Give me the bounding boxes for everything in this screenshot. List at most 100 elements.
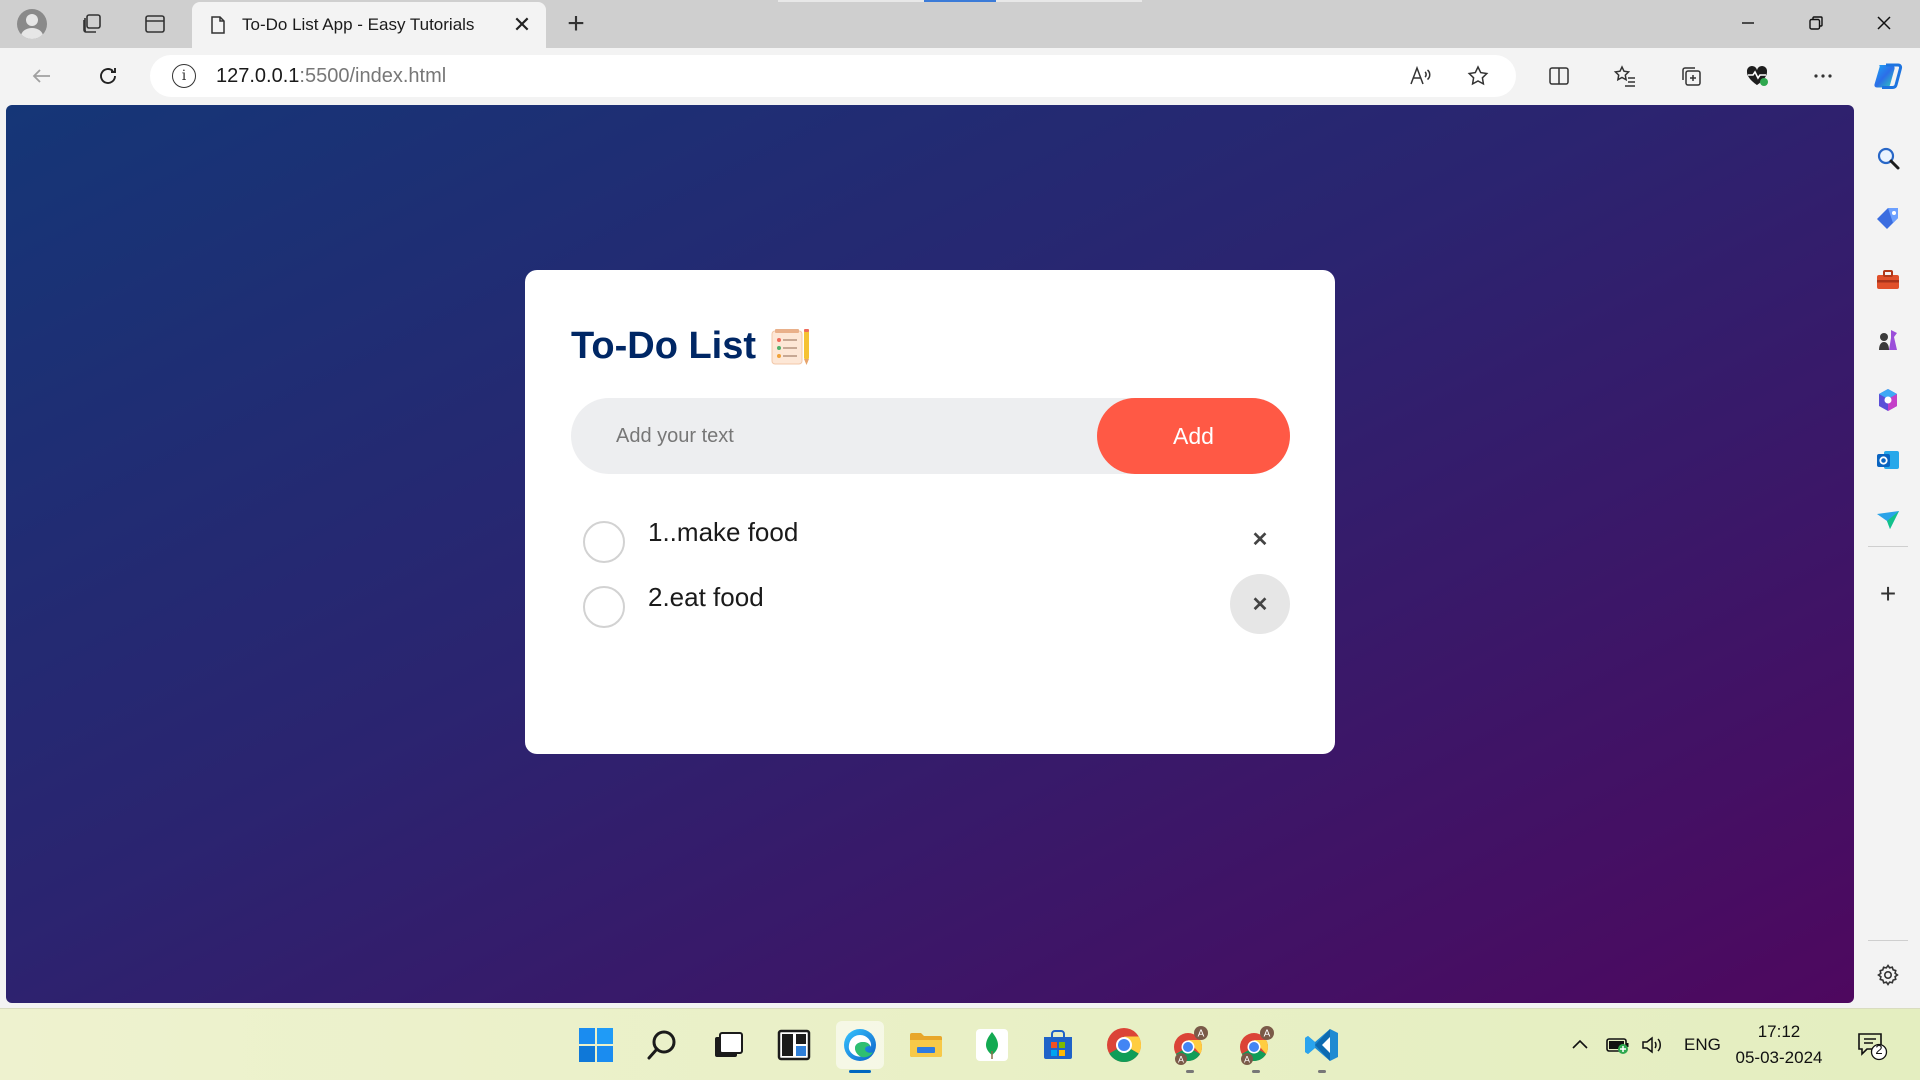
vertical-tabs-button[interactable]	[133, 6, 177, 42]
microsoft365-icon	[1879, 389, 1897, 411]
browser-toolbar: i 127.0.0.1:5500/index.html	[0, 48, 1920, 105]
settings-more-button[interactable]	[1801, 56, 1845, 96]
url-host: 127.0.0.1	[216, 64, 300, 87]
sidebar-tools-button[interactable]	[1866, 258, 1910, 302]
sidebar-drop-button[interactable]	[1866, 498, 1910, 542]
refresh-button[interactable]	[86, 56, 130, 96]
loading-indicator	[778, 0, 1142, 2]
browser-essentials-button[interactable]	[1735, 56, 1779, 96]
show-hidden-icons-button[interactable]	[1568, 1009, 1592, 1080]
collections-button[interactable]	[1669, 56, 1713, 96]
close-icon	[1877, 16, 1891, 30]
task-input[interactable]	[571, 398, 1101, 474]
chrome-profile-button[interactable]: AA	[1166, 1021, 1214, 1073]
restore-button[interactable]	[1782, 0, 1850, 46]
copilot-button[interactable]	[1866, 54, 1910, 98]
input-language[interactable]: ENG	[1684, 1009, 1721, 1080]
tab-title: To-Do List App - Easy Tutorials	[242, 15, 475, 34]
chrome-profile-button-2[interactable]: AA	[1232, 1021, 1280, 1073]
file-explorer-button[interactable]	[902, 1021, 950, 1069]
chrome-profile-icon: AA	[1174, 1026, 1208, 1065]
active-tab[interactable]: To-Do List App - Easy Tutorials ✕	[192, 2, 546, 48]
search-icon	[1877, 147, 1900, 170]
close-tab-icon[interactable]: ✕	[508, 11, 536, 39]
heart-pulse-icon	[1746, 65, 1768, 86]
add-favorite-star-icon[interactable]	[1458, 56, 1498, 96]
edge-taskbar-button[interactable]	[836, 1021, 884, 1073]
close-window-button[interactable]	[1850, 0, 1918, 46]
list-item: 1..make food ✕	[571, 509, 1290, 574]
task-input-row: Add	[571, 398, 1290, 474]
system-clock[interactable]: 17:12 05-03-2024	[1734, 1019, 1824, 1071]
sidebar-microsoft365-button[interactable]	[1866, 378, 1910, 422]
shopping-tag-icon	[1877, 208, 1898, 229]
split-screen-button[interactable]	[1537, 56, 1581, 96]
split-screen-icon	[1549, 67, 1569, 85]
read-aloud-icon[interactable]	[1400, 56, 1440, 96]
minimize-button[interactable]	[1714, 0, 1782, 46]
chrome-profile-icon: AA	[1240, 1026, 1274, 1065]
sidebar-search-button[interactable]	[1866, 136, 1910, 180]
favorites-button[interactable]	[1603, 56, 1647, 96]
favorites-list-icon	[1613, 65, 1635, 87]
sidebar-games-button[interactable]	[1866, 318, 1910, 362]
clock-date: 05-03-2024	[1735, 1048, 1823, 1067]
vscode-button[interactable]	[1298, 1021, 1346, 1073]
sidebar-divider	[1868, 546, 1908, 547]
notification-center-button[interactable]: 2	[1856, 1031, 1888, 1066]
refresh-icon	[100, 68, 116, 84]
task-checkbox[interactable]	[583, 586, 625, 628]
site-info-icon[interactable]: i	[172, 64, 196, 88]
more-icon	[1814, 74, 1832, 78]
edge-icon	[844, 1029, 876, 1061]
address-bar[interactable]: i 127.0.0.1:5500/index.html	[150, 55, 1516, 97]
url-path: :5500/index.html	[299, 64, 447, 87]
chess-pieces-icon	[1879, 330, 1897, 350]
back-button[interactable]	[20, 56, 64, 96]
page-viewport: To-Do List Add 1..make food ✕ 2.eat food…	[6, 105, 1854, 1003]
task-text[interactable]: 1..make food	[648, 517, 798, 548]
task-checkbox[interactable]	[583, 521, 625, 563]
sidebar-outlook-button[interactable]	[1866, 438, 1910, 482]
new-tab-button[interactable]: +	[554, 6, 598, 42]
task-text[interactable]: 2.eat food	[648, 582, 764, 613]
taskbar-search-button[interactable]	[638, 1021, 686, 1069]
notepad-icon	[770, 327, 812, 367]
svg-text:A: A	[1244, 1055, 1250, 1065]
page-icon	[211, 16, 225, 34]
delete-task-close-icon[interactable]: ✕	[1230, 509, 1290, 569]
collections-icon	[1682, 67, 1701, 86]
delete-task-close-icon[interactable]: ✕	[1230, 574, 1290, 634]
add-button[interactable]: Add	[1097, 398, 1290, 474]
sidebar-settings-button[interactable]	[1866, 953, 1910, 997]
sidebar-divider	[1868, 940, 1908, 941]
chrome-icon	[1107, 1028, 1141, 1062]
mongodb-compass-button[interactable]	[968, 1021, 1016, 1069]
outlook-icon	[1877, 451, 1899, 469]
microsoft-store-button[interactable]	[1034, 1021, 1082, 1069]
widgets-button[interactable]	[770, 1021, 818, 1069]
workspaces-button[interactable]	[70, 6, 114, 42]
volume-control[interactable]	[1640, 1009, 1666, 1080]
task-list: 1..make food ✕ 2.eat food ✕	[571, 509, 1290, 639]
edge-sidebar: +	[1856, 48, 1920, 1008]
notification-count: 2	[1875, 1042, 1883, 1057]
sidebar-add-button[interactable]: +	[1866, 572, 1910, 616]
arrow-left-icon	[32, 69, 50, 83]
start-button[interactable]	[572, 1021, 620, 1069]
task-view-icon	[715, 1032, 743, 1057]
microsoft-store-icon	[1044, 1030, 1072, 1059]
start-icon	[579, 1028, 613, 1062]
task-view-button[interactable]	[704, 1021, 752, 1069]
running-app-indicator	[1252, 1070, 1260, 1073]
todo-app-card: To-Do List Add 1..make food ✕ 2.eat food…	[525, 270, 1335, 754]
sidebar-shopping-button[interactable]	[1866, 197, 1910, 241]
running-app-indicator	[1186, 1070, 1194, 1073]
toolbox-icon	[1877, 270, 1899, 289]
profile-button[interactable]	[10, 6, 54, 42]
speaker-icon	[1642, 1036, 1661, 1054]
chrome-button[interactable]	[1100, 1021, 1148, 1069]
app-title: To-Do List	[571, 325, 1290, 368]
battery-status[interactable]	[1605, 1009, 1631, 1080]
app-title-text: To-Do List	[571, 325, 757, 367]
